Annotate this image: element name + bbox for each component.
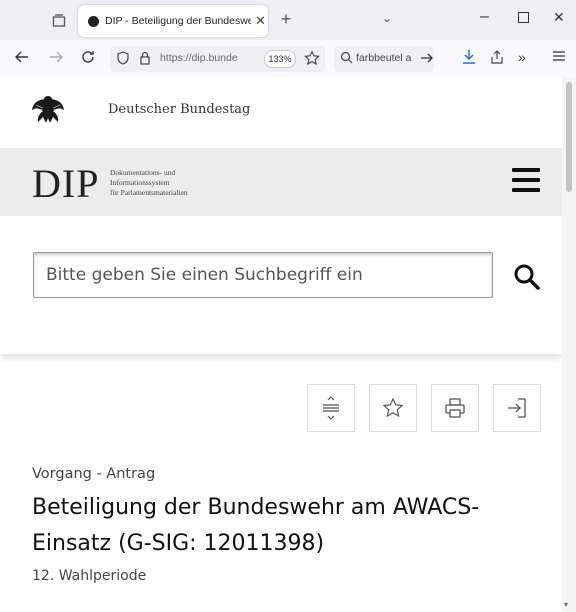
- tab-close-icon[interactable]: ✕: [255, 13, 266, 29]
- forward-icon[interactable]: [48, 49, 64, 69]
- dip-subtitle-line: Informationssystem: [110, 178, 170, 187]
- dip-subtitle-line: Dokumentations- und: [110, 168, 176, 177]
- arrow-right-icon[interactable]: [420, 51, 434, 69]
- lock-icon[interactable]: [138, 51, 152, 69]
- download-icon[interactable]: [462, 49, 476, 69]
- new-tab-button[interactable]: +: [276, 9, 296, 29]
- reload-icon[interactable]: [80, 49, 96, 69]
- tab-list-icon[interactable]: [48, 11, 70, 31]
- bundestag-header: [0, 78, 562, 148]
- dip-subtitle: Dokumentations- und Informationssystem f…: [110, 168, 250, 198]
- back-icon[interactable]: [14, 49, 30, 69]
- search-submit-icon[interactable]: [512, 262, 542, 292]
- overflow-icon[interactable]: »: [518, 49, 526, 65]
- expand-button[interactable]: [307, 384, 355, 432]
- export-button[interactable]: [493, 384, 541, 432]
- zoom-indicator[interactable]: 133%: [264, 50, 296, 68]
- expand-icon: [323, 396, 339, 420]
- search-icon: [340, 51, 353, 68]
- shield-icon[interactable]: [116, 51, 130, 69]
- favorite-button[interactable]: [369, 384, 417, 432]
- bundestag-eagle-logo[interactable]: [30, 92, 66, 128]
- menu-icon[interactable]: [552, 49, 566, 67]
- search-bar-text[interactable]: farbbeutel a: [356, 52, 420, 64]
- dip-logo[interactable]: DIP: [32, 160, 99, 207]
- print-button[interactable]: [431, 384, 479, 432]
- org-name[interactable]: Deutscher Bundestag: [108, 102, 250, 117]
- star-icon: [382, 397, 404, 418]
- print-icon: [445, 398, 465, 418]
- legislative-period: 12. Wahlperiode: [32, 568, 147, 584]
- bookmark-star-icon[interactable]: [304, 50, 320, 70]
- favicon-icon: [88, 15, 99, 27]
- tab-title: DIP - Beteiligung der Bundeswe: [105, 15, 251, 27]
- browser-tab[interactable]: DIP - Beteiligung der Bundeswe ✕: [78, 5, 268, 37]
- scrollbar-thumb[interactable]: [566, 82, 572, 192]
- dip-subtitle-line: für Parlamentsmaterialien: [110, 188, 188, 197]
- hamburger-menu-icon[interactable]: [512, 168, 540, 192]
- url-text[interactable]: https://dip.bunde: [160, 52, 258, 64]
- export-icon: [508, 398, 526, 418]
- scroll-down-icon[interactable]: ▾: [564, 600, 568, 609]
- document-title: Beteiligung der Bundeswehr am AWACS-Eins…: [32, 495, 480, 556]
- window-maximize-button[interactable]: [518, 12, 529, 23]
- search-input[interactable]: [33, 252, 493, 298]
- document-type: Vorgang - Antrag: [32, 466, 156, 482]
- tabs-dropdown-icon[interactable]: ⌄: [382, 11, 392, 25]
- window-minimize-button[interactable]: –: [480, 8, 489, 26]
- share-icon[interactable]: [490, 49, 504, 69]
- window-close-button[interactable]: ✕: [553, 9, 565, 26]
